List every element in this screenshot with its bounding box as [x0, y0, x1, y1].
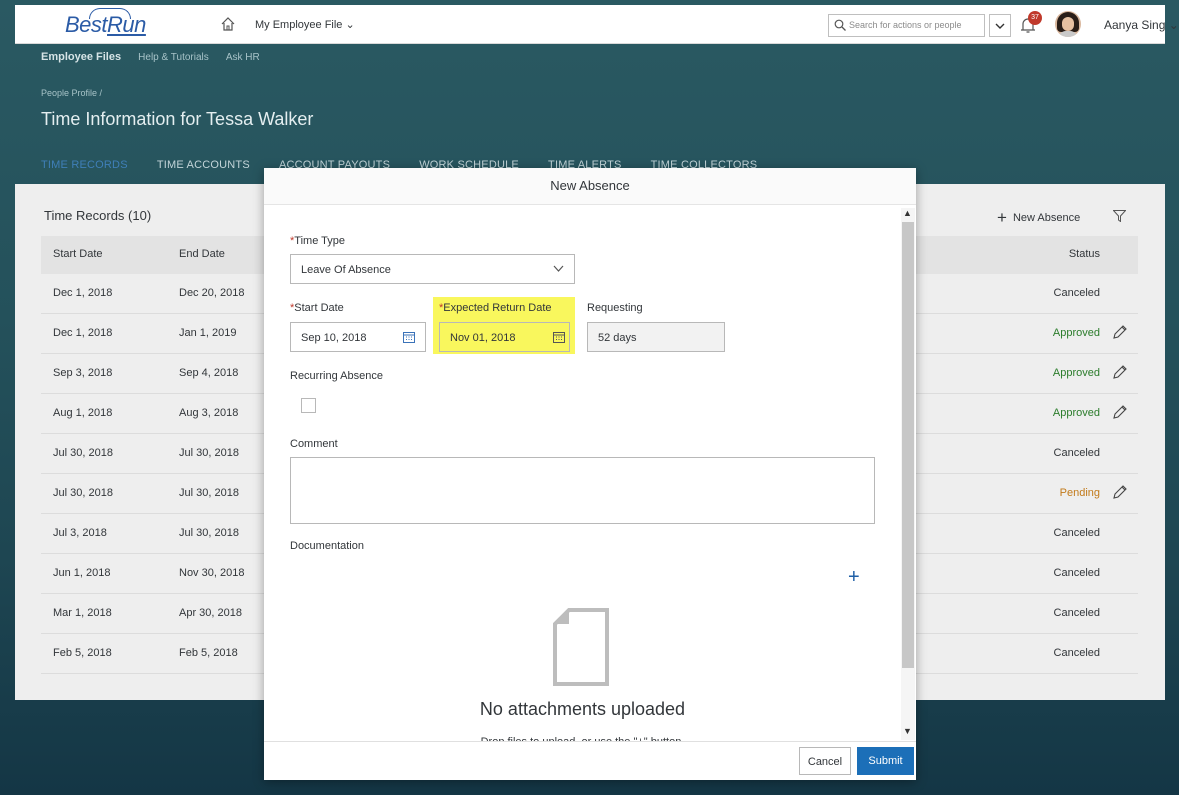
employee-file-menu[interactable]: My Employee File ⌄ — [255, 18, 355, 31]
start-date-cell: Dec 1, 2018 — [53, 287, 113, 299]
status-badge: Approved — [1052, 327, 1100, 339]
home-icon[interactable] — [220, 16, 236, 32]
time-type-value: Leave Of Absence — [301, 264, 391, 276]
start-date-cell: Feb 5, 2018 — [53, 647, 112, 659]
recurring-absence-checkbox[interactable] — [301, 398, 316, 413]
status-badge: Canceled — [1053, 447, 1100, 459]
no-attachments-text: No attachments uploaded — [479, 699, 686, 719]
start-date-field[interactable]: Sep 10, 2018 — [290, 322, 426, 352]
calendar-icon[interactable] — [403, 331, 415, 343]
start-date-cell: Jul 3, 2018 — [53, 527, 107, 539]
breadcrumb[interactable]: People Profile / — [41, 88, 102, 98]
status-badge: Approved — [1052, 407, 1100, 419]
return-date-label: *Expected Return Date — [439, 302, 552, 314]
pencil-icon[interactable] — [1112, 324, 1128, 340]
column-header-status[interactable]: Status — [1069, 248, 1100, 260]
pencil-icon[interactable] — [1112, 404, 1128, 420]
scroll-thumb[interactable] — [902, 222, 914, 668]
sub-navigation: Employee Files Help & Tutorials Ask HR — [41, 51, 274, 63]
status-badge: Canceled — [1053, 647, 1100, 659]
calendar-icon[interactable] — [553, 331, 565, 343]
search-scope-dropdown[interactable] — [989, 14, 1011, 37]
dialog-title: New Absence — [264, 168, 916, 205]
column-header-start-date[interactable]: Start Date — [53, 248, 103, 260]
status-badge: Canceled — [1053, 287, 1100, 299]
new-absence-button[interactable]: + New Absence — [997, 208, 1080, 228]
pencil-icon[interactable] — [1112, 364, 1128, 380]
end-date-cell: Dec 20, 2018 — [179, 287, 245, 299]
document-icon — [553, 608, 609, 686]
comment-textarea[interactable] — [290, 457, 875, 524]
end-date-cell: Jan 1, 2019 — [179, 327, 237, 339]
logo-text-best: Best — [65, 12, 108, 37]
new-absence-label: New Absence — [1012, 212, 1081, 224]
column-header-end-date[interactable]: End Date — [179, 248, 225, 260]
cancel-button[interactable]: Cancel — [799, 747, 851, 775]
add-icon: + — [997, 208, 1007, 227]
end-date-cell: Nov 30, 2018 — [179, 567, 245, 579]
notification-badge: 37 — [1028, 11, 1042, 25]
status-badge: Canceled — [1053, 607, 1100, 619]
chevron-down-icon — [995, 23, 1005, 29]
status-badge: Pending — [1059, 487, 1100, 499]
start-date-cell: Dec 1, 2018 — [53, 327, 113, 339]
new-absence-dialog: New Absence ▲ ▼ *Time Type Leave Of Abse… — [264, 168, 916, 780]
start-date-cell: Jul 30, 2018 — [53, 487, 113, 499]
requesting-value: 52 days — [598, 332, 637, 344]
tab-time-accounts[interactable]: TIME ACCOUNTS — [157, 159, 250, 171]
subnav-help-tutorials[interactable]: Help & Tutorials — [138, 52, 209, 63]
start-date-cell: Aug 1, 2018 — [53, 407, 113, 419]
search-input[interactable]: Search for actions or people — [828, 14, 985, 37]
documentation-label: Documentation — [290, 540, 364, 552]
comment-label: Comment — [290, 438, 338, 450]
end-date-cell: Jul 30, 2018 — [179, 487, 239, 499]
shell-bar: BestRun My Employee File ⌄ Search for ac… — [15, 5, 1179, 44]
page-title: Time Information for Tessa Walker — [41, 109, 314, 129]
subnav-ask-hr[interactable]: Ask HR — [226, 52, 260, 63]
search-icon — [834, 19, 846, 31]
tab-time-records[interactable]: TIME RECORDS — [41, 159, 128, 171]
end-date-cell: Apr 30, 2018 — [179, 607, 242, 619]
user-menu[interactable]: Aanya Sing ⌄ — [1104, 18, 1179, 32]
search-placeholder: Search for actions or people — [849, 20, 962, 30]
recurring-absence-label: Recurring Absence — [290, 370, 383, 382]
pencil-icon[interactable] — [1112, 484, 1128, 500]
status-badge: Approved — [1052, 367, 1100, 379]
chevron-down-icon — [553, 265, 564, 272]
submit-button[interactable]: Submit — [857, 747, 914, 775]
filter-icon[interactable] — [1113, 210, 1126, 222]
time-type-label: *Time Type — [290, 235, 346, 247]
requesting-field: 52 days — [587, 322, 725, 352]
time-type-select[interactable]: Leave Of Absence — [290, 254, 575, 284]
start-date-cell: Sep 3, 2018 — [53, 367, 113, 379]
end-date-cell: Feb 5, 2018 — [179, 647, 238, 659]
start-date-cell: Mar 1, 2018 — [53, 607, 112, 619]
start-date-cell: Jul 30, 2018 — [53, 447, 113, 459]
start-date-value: Sep 10, 2018 — [301, 332, 367, 344]
status-badge: Canceled — [1053, 527, 1100, 539]
subnav-employee-files[interactable]: Employee Files — [41, 51, 121, 63]
dialog-scrollbar[interactable]: ▲ ▼ — [901, 208, 915, 740]
bestrun-logo[interactable]: BestRun — [65, 12, 146, 38]
end-date-cell: Jul 30, 2018 — [179, 527, 239, 539]
logo-text-run: Run — [107, 12, 146, 37]
status-badge: Canceled — [1053, 567, 1100, 579]
end-date-cell: Sep 4, 2018 — [179, 367, 239, 379]
table-title: Time Records (10) — [44, 208, 152, 223]
return-date-value: Nov 01, 2018 — [450, 332, 516, 344]
scroll-up-icon[interactable]: ▲ — [903, 208, 912, 218]
end-date-cell: Aug 3, 2018 — [179, 407, 239, 419]
avatar[interactable] — [1055, 11, 1081, 37]
return-date-field[interactable]: Nov 01, 2018 — [439, 322, 570, 352]
start-date-cell: Jun 1, 2018 — [53, 567, 111, 579]
end-date-cell: Jul 30, 2018 — [179, 447, 239, 459]
scroll-down-icon[interactable]: ▼ — [903, 726, 912, 736]
start-date-label: *Start Date — [290, 302, 344, 314]
add-attachment-icon[interactable]: + — [848, 566, 860, 589]
requesting-label: Requesting — [587, 302, 643, 314]
dialog-footer: Cancel Submit — [264, 741, 916, 780]
